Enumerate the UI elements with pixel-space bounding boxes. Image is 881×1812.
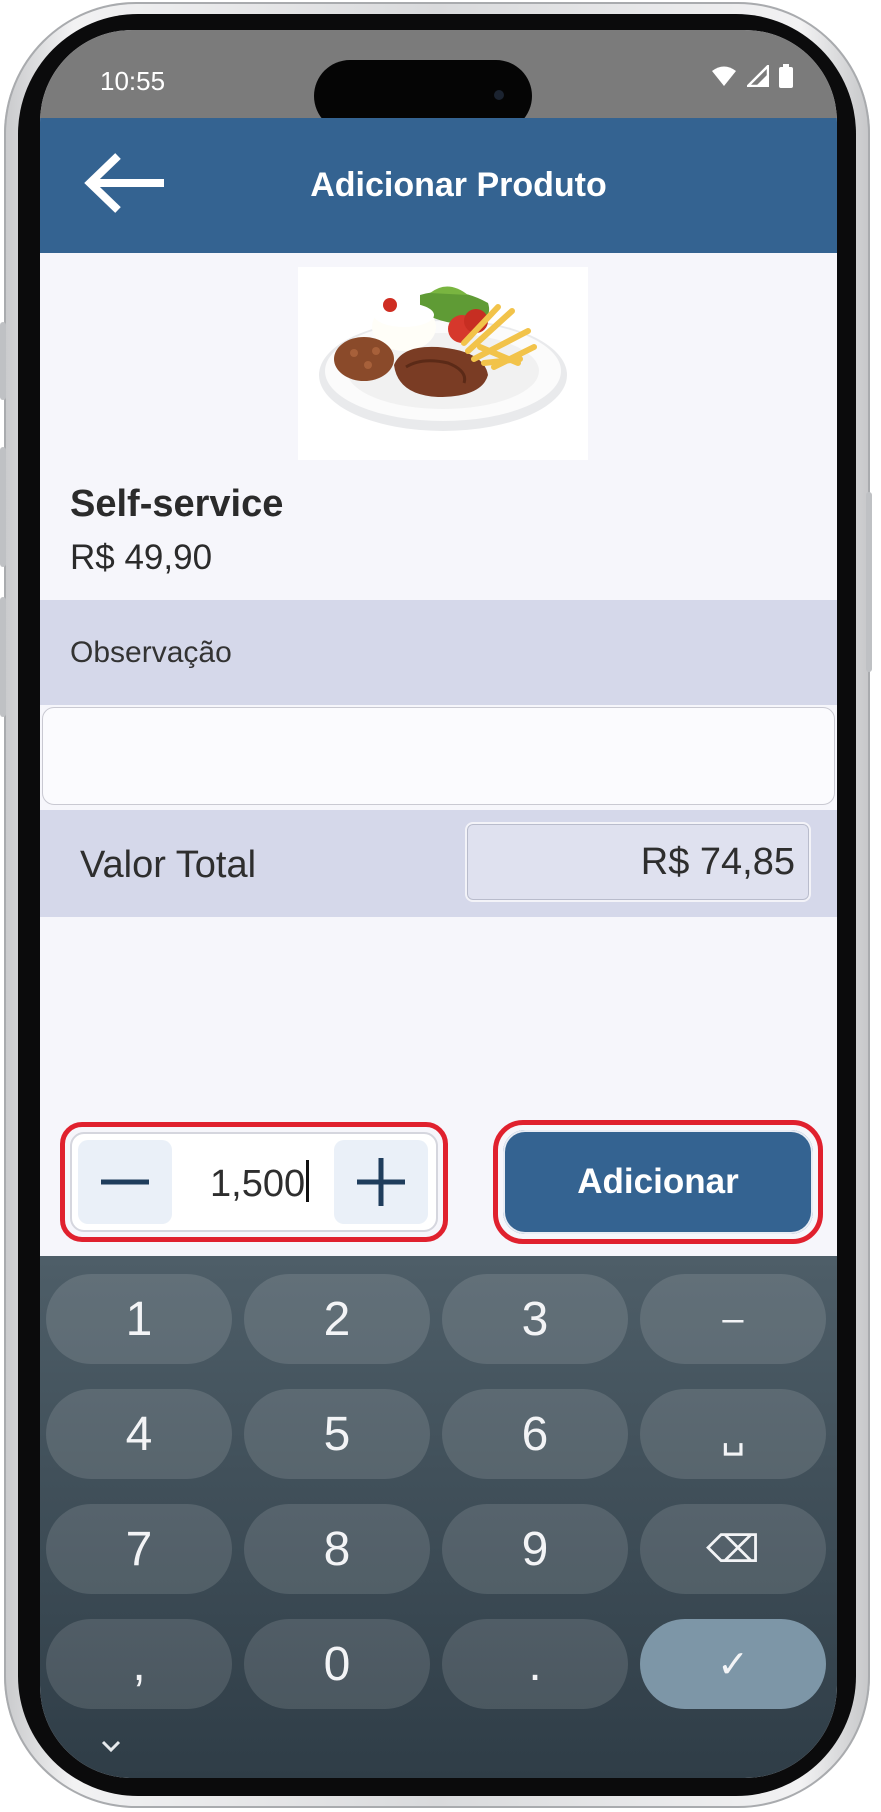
arrow-left-icon [84,153,164,213]
power-button [866,492,872,672]
key-0[interactable]: 0 [244,1619,430,1709]
chevron-down-icon [101,1740,121,1753]
product-image [298,267,588,460]
quantity-value: 1,500 [210,1163,306,1205]
quantity-stepper: 1,500 [70,1132,438,1232]
key-backspace[interactable]: ⌫ [640,1504,826,1594]
quantity-input[interactable]: 1,500 [210,1160,310,1206]
observation-header: Observação [40,600,837,705]
key-space[interactable]: ␣ [640,1389,826,1479]
observation-input[interactable] [42,707,835,805]
key-9[interactable]: 9 [442,1504,628,1594]
product-name: Self-service [70,483,284,525]
camera-dot [494,90,504,100]
status-icons [711,64,793,88]
key-2[interactable]: 2 [244,1274,430,1364]
total-value: R$ 74,85 [465,822,811,902]
key-6[interactable]: 6 [442,1389,628,1479]
back-button[interactable] [80,148,170,218]
text-caret [306,1160,310,1202]
minus-icon [101,1179,149,1185]
key-8[interactable]: 8 [244,1504,430,1594]
add-button[interactable]: Adicionar [503,1130,813,1234]
plus-icon [357,1158,405,1206]
volume-up-button [0,447,6,567]
decrease-button[interactable] [78,1140,172,1224]
key-period[interactable]: . [442,1619,628,1709]
product-price: R$ 49,90 [70,538,213,577]
status-bar: 10:55 [40,30,837,132]
app-bar: Adicionar Produto [40,118,837,253]
volume-down-button [0,597,6,717]
key-1[interactable]: 1 [46,1274,232,1364]
status-time: 10:55 [100,66,166,96]
total-label: Valor Total [80,844,257,886]
numeric-keyboard: 1 2 3 – 4 5 6 ␣ 7 8 9 ⌫ , 0 . ✓ [40,1256,837,1778]
key-3[interactable]: 3 [442,1274,628,1364]
key-minus[interactable]: – [640,1274,826,1364]
screen: 10:55 Adicionar Produto Self-service R$ … [40,30,837,1778]
key-5[interactable]: 5 [244,1389,430,1479]
keyboard-hide-button[interactable] [96,1734,126,1758]
observation-label: Observação [70,636,232,669]
key-comma[interactable]: , [46,1619,232,1709]
key-4[interactable]: 4 [46,1389,232,1479]
wifi-icon [712,66,736,86]
key-enter[interactable]: ✓ [640,1619,826,1709]
plate-of-food-image [319,286,567,431]
battery-icon [779,64,793,88]
action-button [0,322,6,400]
increase-button[interactable] [334,1140,428,1224]
signal-icon [747,65,769,87]
total-row: Valor Total R$ 74,85 [40,810,837,917]
key-7[interactable]: 7 [46,1504,232,1594]
